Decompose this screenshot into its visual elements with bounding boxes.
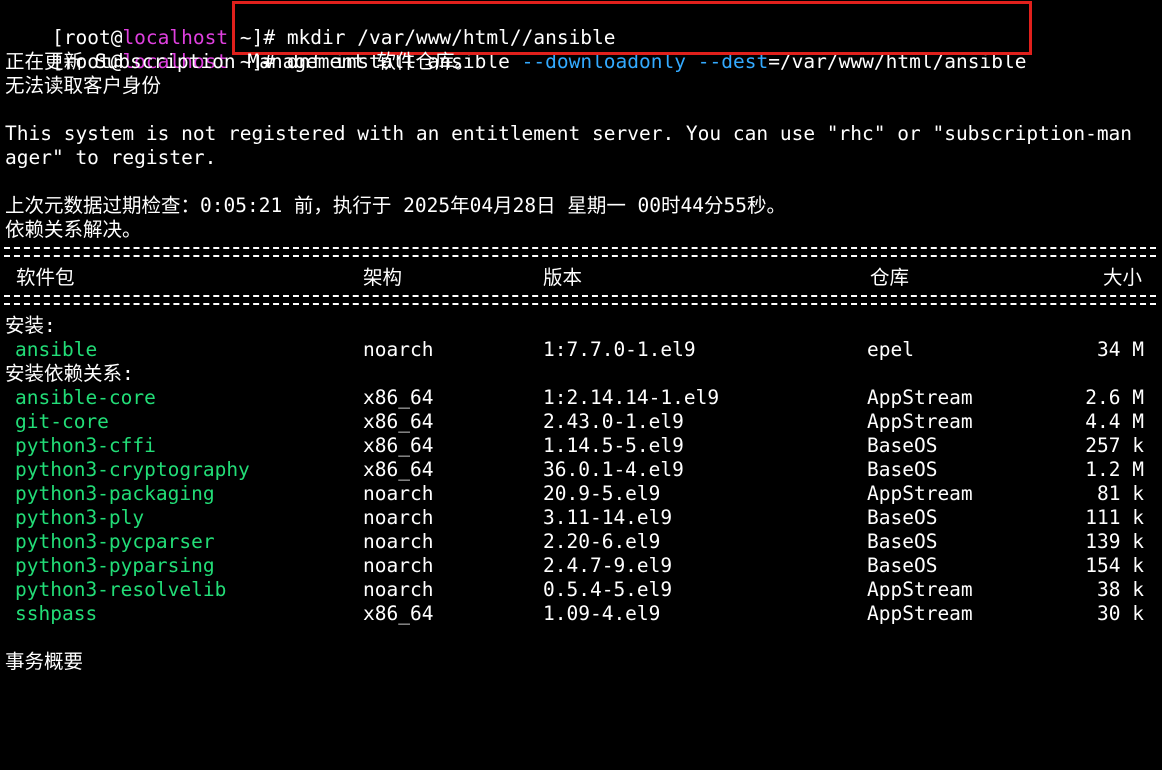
package-size: 1.2 M [1085,458,1144,481]
package-repo: BaseOS [867,530,938,553]
header-repo: 仓库 [870,266,910,289]
table-row: python3-resolvelib noarch 0.5.4-5.el9 Ap… [0,578,1162,602]
package-arch: noarch [363,578,434,601]
package-arch: x86_64 [363,410,434,433]
package-version: 3.11-14.el9 [543,506,673,529]
header-arch: 架构 [363,266,403,289]
package-version: 1:2.14.14-1.el9 [543,386,720,409]
header-size: 大小 [1102,266,1142,289]
package-arch: noarch [363,506,434,529]
package-version: 0.5.4-5.el9 [543,578,673,601]
table-row: python3-pycparser noarch 2.20-6.el9 Base… [0,530,1162,554]
output-line-updating: 正在更新 Subscription Management 软件仓库。 [5,50,474,73]
package-repo: BaseOS [867,434,938,457]
package-size: 81 k [1097,482,1144,505]
output-line-registration-cont: ager" to register. [5,146,217,169]
package-version: 1.09-4.el9 [543,602,661,625]
package-name: ansible-core [15,386,156,409]
package-repo: BaseOS [867,458,938,481]
table-row: python3-ply noarch 3.11-14.el9 BaseOS 11… [0,506,1162,530]
package-name: python3-packaging [15,482,215,505]
package-version: 1.14.5-5.el9 [543,434,684,457]
package-repo: BaseOS [867,506,938,529]
section-dependencies: 安装依赖关系: [5,362,134,385]
package-name: python3-pyparsing [15,554,215,577]
package-arch: noarch [363,530,434,553]
package-arch: x86_64 [363,386,434,409]
section-install: 安装: [5,314,56,337]
package-repo: epel [867,338,914,361]
package-arch: x86_64 [363,458,434,481]
header-package: 软件包 [16,266,75,289]
package-version: 2.20-6.el9 [543,530,661,553]
package-name: python3-ply [15,506,145,529]
header-version: 版本 [543,266,583,289]
package-arch: x86_64 [363,434,434,457]
output-line-resolved: 依赖关系解决。 [5,218,142,241]
package-size: 34 M [1097,338,1144,361]
package-size: 4.4 M [1085,410,1144,433]
table-row: python3-cffi x86_64 1.14.5-5.el9 BaseOS … [0,434,1162,458]
package-name: python3-cryptography [15,458,250,481]
table-row: python3-pyparsing noarch 2.4.7-9.el9 Bas… [0,554,1162,578]
package-name: python3-resolvelib [15,578,227,601]
package-name: python3-cffi [15,434,156,457]
table-row: git-core x86_64 2.43.0-1.el9 AppStream 4… [0,410,1162,434]
table-row: python3-cryptography x86_64 36.0.1-4.el9… [0,458,1162,482]
package-repo: AppStream [867,602,973,625]
transaction-summary-label: 事务概要 [5,650,84,673]
output-line-identity: 无法读取客户身份 [5,74,162,97]
package-size: 30 k [1097,602,1144,625]
package-size: 257 k [1085,434,1144,457]
table-row: ansible-core x86_64 1:2.14.14-1.el9 AppS… [0,386,1162,410]
package-size: 38 k [1097,578,1144,601]
package-version: 2.4.7-9.el9 [543,554,673,577]
package-size: 111 k [1085,506,1144,529]
package-name: git-core [15,410,109,433]
table-row: ansible noarch 1:7.7.0-1.el9 epel 34 M [0,338,1162,362]
output-line-metadata: 上次元数据过期检查：0:05:21 前，执行于 2025年04月28日 星期一 … [5,194,787,217]
table-header: 软件包 架构 版本 仓库 大小 [0,266,1162,290]
package-size: 139 k [1085,530,1144,553]
output-line-registration: This system is not registered with an en… [5,122,1133,145]
package-version: 2.43.0-1.el9 [543,410,684,433]
table-separator-top [4,247,1156,257]
table-row: python3-packaging noarch 20.9-5.el9 AppS… [0,482,1162,506]
package-arch: x86_64 [363,602,434,625]
package-size: 154 k [1085,554,1144,577]
package-repo: BaseOS [867,554,938,577]
table-separator-bottom [4,295,1156,305]
package-version: 1:7.7.0-1.el9 [543,338,696,361]
package-arch: noarch [363,338,434,361]
package-size: 2.6 M [1085,386,1144,409]
package-repo: AppStream [867,482,973,505]
package-repo: AppStream [867,410,973,433]
package-name: ansible [15,338,98,361]
package-arch: noarch [363,482,434,505]
command-highlight-box [232,1,1032,55]
package-version: 20.9-5.el9 [543,482,661,505]
table-row: sshpass x86_64 1.09-4.el9 AppStream 30 k [0,602,1162,626]
package-name: sshpass [15,602,98,625]
package-repo: AppStream [867,386,973,409]
package-name: python3-pycparser [15,530,215,553]
package-arch: noarch [363,554,434,577]
package-version: 36.0.1-4.el9 [543,458,684,481]
terminal-window[interactable]: [root@localhost ~]# mkdir /var/www/html/… [0,0,1162,673]
package-repo: AppStream [867,578,973,601]
